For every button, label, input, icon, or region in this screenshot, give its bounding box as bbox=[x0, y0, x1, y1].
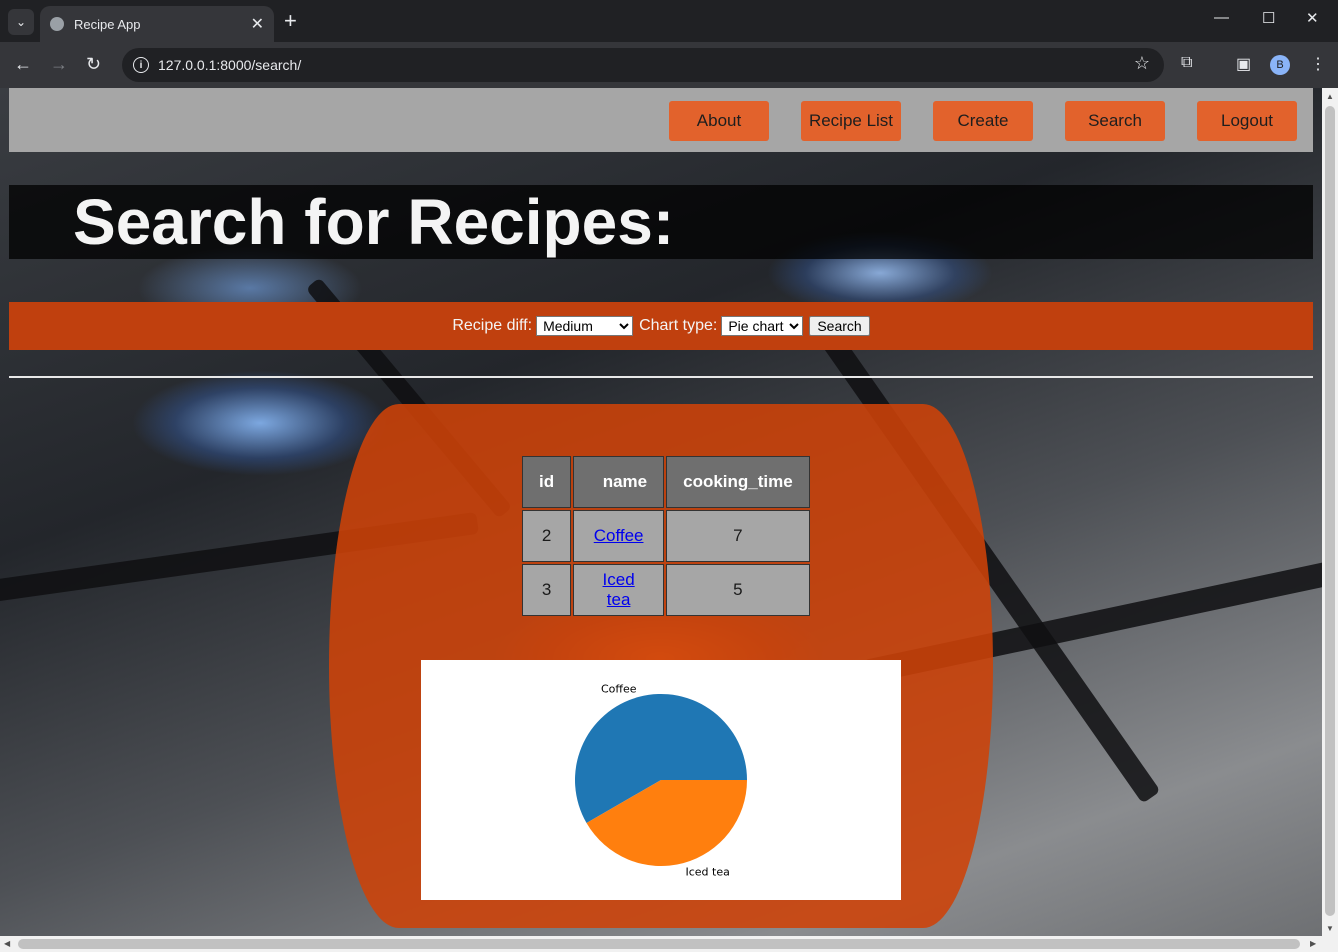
cell-id: 3 bbox=[522, 564, 572, 616]
tab-search-button[interactable]: ⌄ bbox=[8, 9, 34, 35]
page-title: Search for Recipes: bbox=[73, 186, 675, 258]
cell-name: Iced tea bbox=[573, 564, 665, 616]
table-row: 2 Coffee 7 bbox=[522, 510, 810, 562]
minimize-button[interactable]: — bbox=[1214, 9, 1229, 26]
forward-icon[interactable]: → bbox=[50, 54, 68, 74]
scroll-right-arrow-icon[interactable]: ▶ bbox=[1310, 939, 1316, 948]
column-header-id: id bbox=[522, 456, 572, 508]
table-header-row: id name cooking_time bbox=[522, 456, 810, 508]
pie-label: Iced tea bbox=[685, 865, 729, 878]
tab-recipe-app[interactable]: Recipe App ✕ bbox=[40, 6, 274, 42]
site-info-icon[interactable]: i bbox=[133, 57, 149, 73]
url-text: 127.0.0.1:8000/search/ bbox=[158, 57, 302, 73]
pie-chart-svg: Coffee Iced tea bbox=[575, 683, 747, 878]
scroll-down-arrow-icon[interactable]: ▼ bbox=[1326, 924, 1334, 933]
cell-cooking-time: 7 bbox=[666, 510, 810, 562]
chart-type-label: Chart type: bbox=[639, 317, 718, 334]
extensions-icon[interactable]: ⧉ bbox=[1181, 54, 1192, 72]
cell-name: Coffee bbox=[573, 510, 665, 562]
site-navbar: About Recipe List Create Search Logout bbox=[9, 88, 1313, 152]
vertical-scrollbar-thumb[interactable] bbox=[1325, 106, 1335, 916]
bookmark-star-icon[interactable]: ☆ bbox=[1134, 53, 1150, 74]
difficulty-select[interactable]: Medium bbox=[536, 316, 634, 336]
horizontal-scrollbar-thumb[interactable] bbox=[18, 939, 1300, 949]
scroll-left-arrow-icon[interactable]: ◀ bbox=[4, 939, 10, 948]
search-submit-button[interactable]: Search bbox=[809, 316, 870, 336]
title-banner: Search for Recipes: bbox=[9, 185, 1313, 259]
tab-bar: ⌄ Recipe App ✕ + — ☐ ✕ bbox=[0, 0, 1338, 42]
profile-avatar[interactable]: B bbox=[1270, 55, 1290, 75]
pie-label: Coffee bbox=[601, 683, 637, 696]
close-tab-icon[interactable]: ✕ bbox=[251, 14, 264, 34]
nav-logout-button[interactable]: Logout bbox=[1197, 101, 1297, 141]
chart-type-select[interactable]: Pie chart bbox=[721, 316, 804, 336]
scroll-up-arrow-icon[interactable]: ▲ bbox=[1326, 92, 1334, 101]
nav-recipe-list-button[interactable]: Recipe List bbox=[801, 101, 901, 141]
new-tab-button[interactable]: + bbox=[284, 9, 297, 33]
recipe-link[interactable]: Coffee bbox=[594, 526, 644, 545]
cell-cooking-time: 5 bbox=[666, 564, 810, 616]
table-row: 3 Iced tea 5 bbox=[522, 564, 810, 616]
column-header-cooking-time: cooking_time bbox=[666, 456, 810, 508]
browser-toolbar: ← → ↻ i 127.0.0.1:8000/search/ ☆ ⧉ ▣ B ⋮ bbox=[0, 42, 1338, 88]
difficulty-label: Recipe diff: bbox=[452, 317, 533, 334]
maximize-button[interactable]: ☐ bbox=[1262, 9, 1275, 27]
divider bbox=[9, 376, 1313, 378]
tab-title: Recipe App bbox=[74, 16, 141, 32]
nav-search-button[interactable]: Search bbox=[1065, 101, 1165, 141]
cell-id: 2 bbox=[522, 510, 572, 562]
nav-create-button[interactable]: Create bbox=[933, 101, 1033, 141]
recipe-link[interactable]: Iced tea bbox=[603, 570, 635, 609]
close-window-button[interactable]: ✕ bbox=[1306, 9, 1319, 27]
nav-about-button[interactable]: About bbox=[669, 101, 769, 141]
globe-icon bbox=[50, 17, 64, 31]
side-panel-icon[interactable]: ▣ bbox=[1236, 54, 1251, 74]
column-header-name: name bbox=[573, 456, 665, 508]
address-bar[interactable]: i 127.0.0.1:8000/search/ ☆ bbox=[122, 48, 1164, 82]
back-icon[interactable]: ← bbox=[14, 54, 32, 74]
pie-chart: Coffee Iced tea bbox=[421, 660, 901, 900]
reload-icon[interactable]: ↻ bbox=[86, 54, 101, 74]
search-form: Recipe diff: Medium Chart type: Pie char… bbox=[9, 302, 1313, 350]
page-viewport: About Recipe List Create Search Logout S… bbox=[0, 88, 1322, 936]
menu-kebab-icon[interactable]: ⋮ bbox=[1310, 54, 1326, 74]
results-table: id name cooking_time 2 Coffee 7 3 Iced t… bbox=[520, 454, 812, 618]
